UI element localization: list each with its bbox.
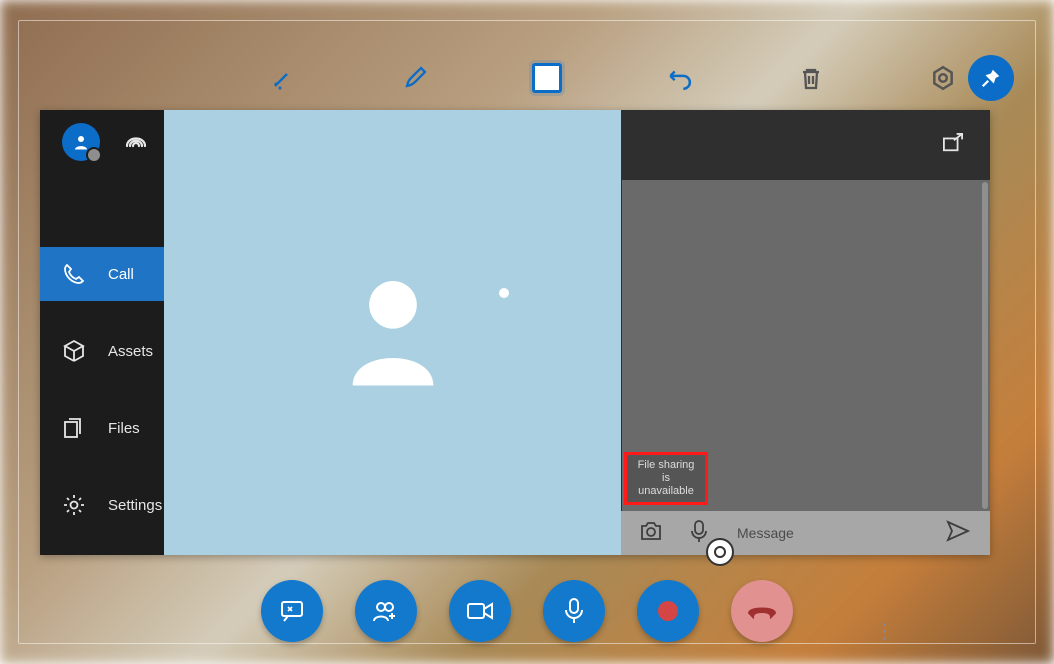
tooltip-line1: File sharing is — [638, 459, 695, 484]
add-person-button[interactable] — [355, 580, 417, 642]
person-placeholder-icon — [348, 275, 438, 390]
recording-badge — [706, 538, 734, 566]
record-button[interactable] — [637, 580, 699, 642]
popout-icon[interactable] — [942, 133, 964, 158]
camera-icon[interactable] — [639, 520, 663, 547]
chat-message-list: File sharing is unavailable — [622, 180, 990, 511]
tool-group — [260, 55, 966, 101]
presence-indicator — [86, 147, 102, 163]
sidebar-item-assets[interactable]: Assets — [40, 324, 164, 378]
chat-panel: File sharing is unavailable — [621, 110, 990, 555]
sidebar-header — [40, 110, 164, 173]
shape-tool-icon[interactable] — [524, 55, 570, 101]
location-tool-icon[interactable] — [920, 55, 966, 101]
chat-header — [621, 110, 990, 180]
cursor-dot — [499, 288, 509, 298]
user-avatar[interactable] — [62, 123, 100, 161]
message-input[interactable] — [735, 524, 920, 542]
video-panel — [164, 110, 621, 555]
overflow-menu-icon[interactable] — [883, 623, 886, 640]
mic-button[interactable] — [543, 580, 605, 642]
nav-label: Files — [108, 420, 140, 437]
sidebar-item-call[interactable]: Call — [40, 247, 164, 301]
call-app-window: Call Assets Files Settings — [40, 110, 990, 555]
sidebar-item-files[interactable]: Files — [40, 401, 164, 455]
nav-label: Settings — [108, 497, 162, 514]
scrollbar[interactable] — [982, 182, 988, 509]
sidebar-nav: Call Assets Files Settings — [40, 247, 164, 555]
undo-tool-icon[interactable] — [656, 55, 702, 101]
file-sharing-unavailable-tooltip: File sharing is unavailable — [624, 452, 708, 505]
annotation-toolbar — [40, 55, 1014, 101]
nav-label: Call — [108, 266, 134, 283]
send-icon[interactable] — [946, 520, 970, 547]
chat-button[interactable] — [261, 580, 323, 642]
tooltip-line2: unavailable — [638, 485, 694, 497]
snip-tool-icon[interactable] — [260, 55, 306, 101]
sidebar: Call Assets Files Settings — [40, 110, 164, 555]
trash-tool-icon[interactable] — [788, 55, 834, 101]
end-call-button[interactable] — [731, 580, 793, 642]
nav-label: Assets — [108, 343, 153, 360]
chat-input-row — [621, 511, 990, 555]
pen-tool-icon[interactable] — [392, 55, 438, 101]
call-controls — [0, 580, 1054, 642]
sidebar-item-settings[interactable]: Settings — [40, 478, 164, 532]
mic-icon[interactable] — [689, 519, 709, 548]
signal-icon[interactable] — [124, 127, 148, 156]
video-button[interactable] — [449, 580, 511, 642]
pin-button[interactable] — [968, 55, 1014, 101]
